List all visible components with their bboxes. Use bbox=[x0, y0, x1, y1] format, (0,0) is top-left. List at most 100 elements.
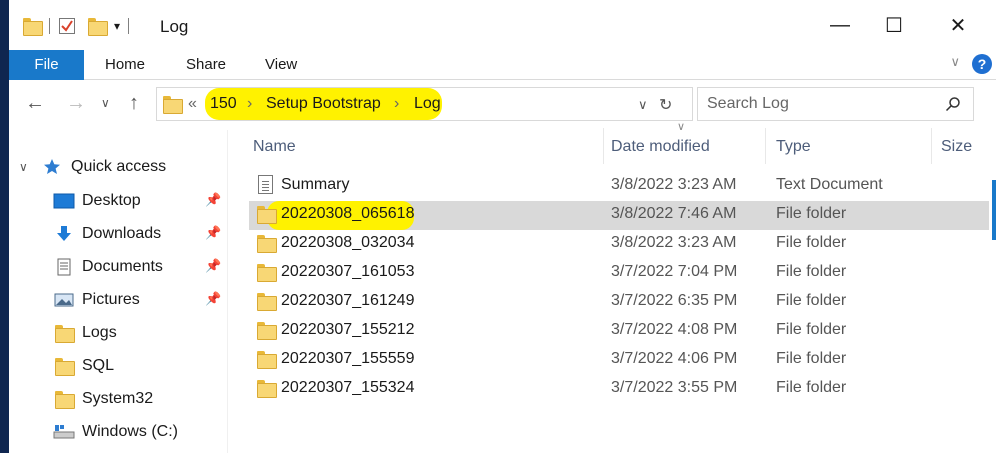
ribbon-tabs: File Home Share View ∨ ? bbox=[9, 50, 996, 80]
folder-icon[interactable] bbox=[23, 18, 43, 36]
tab-home[interactable]: Home bbox=[105, 50, 145, 80]
sidebar-item-label: Quick access bbox=[71, 158, 167, 175]
column-separator[interactable] bbox=[603, 128, 604, 164]
file-type: File folder bbox=[776, 321, 847, 338]
column-header-type[interactable]: Type bbox=[776, 138, 811, 156]
documents-icon bbox=[57, 258, 71, 276]
tab-view[interactable]: View bbox=[265, 50, 297, 80]
sidebar-item-label: Windows (C:) bbox=[82, 423, 179, 440]
column-header-date-modified[interactable]: Date modified bbox=[611, 138, 710, 156]
folder-icon bbox=[257, 380, 277, 398]
file-name: 20220307_161053 bbox=[281, 263, 415, 280]
column-separator[interactable] bbox=[765, 128, 766, 164]
close-button[interactable]: ✕ bbox=[943, 10, 973, 40]
table-row[interactable]: Summary 3/8/2022 3:23 AM Text Document bbox=[249, 172, 989, 201]
toolbar-separator bbox=[49, 18, 50, 34]
file-name: 20220308_065618 bbox=[281, 205, 415, 222]
tab-file[interactable]: File bbox=[9, 50, 84, 80]
quick-access-toolbar: ▾ bbox=[23, 14, 137, 38]
file-type: File folder bbox=[776, 379, 847, 396]
downloads-icon bbox=[57, 226, 71, 241]
text-document-icon bbox=[258, 175, 273, 194]
pane-divider bbox=[227, 130, 228, 453]
window-title: Log bbox=[160, 17, 189, 36]
file-date: 3/7/2022 4:06 PM bbox=[611, 350, 738, 367]
table-row[interactable]: 20220307_161053 3/7/2022 7:04 PM File fo… bbox=[249, 259, 989, 288]
file-date: 3/8/2022 7:46 AM bbox=[611, 205, 737, 222]
column-separator[interactable] bbox=[931, 128, 932, 164]
pictures-icon bbox=[54, 293, 74, 307]
minimize-button[interactable]: — bbox=[825, 10, 855, 40]
breadcrumb-separator: › bbox=[394, 95, 400, 112]
file-type: Text Document bbox=[776, 176, 883, 193]
toolbar-separator bbox=[128, 18, 130, 34]
star-icon bbox=[44, 159, 60, 174]
new-folder-icon[interactable] bbox=[88, 18, 108, 36]
file-name: 20220308_032034 bbox=[281, 234, 415, 251]
up-button[interactable]: ↑ bbox=[129, 92, 139, 115]
horizontal-scroll-indicator[interactable] bbox=[992, 180, 996, 240]
table-row[interactable]: 20220307_155324 3/7/2022 3:55 PM File fo… bbox=[249, 375, 989, 404]
expand-ribbon-icon[interactable]: ∨ bbox=[950, 54, 960, 70]
table-row[interactable]: 20220308_032034 3/8/2022 3:23 AM File fo… bbox=[249, 230, 989, 259]
pin-icon[interactable]: 📌 bbox=[205, 192, 221, 208]
file-date: 3/7/2022 3:55 PM bbox=[611, 379, 738, 396]
folder-icon bbox=[257, 293, 277, 311]
file-type: File folder bbox=[776, 234, 847, 251]
forward-button[interactable]: → bbox=[66, 92, 86, 115]
desktop-icon bbox=[53, 193, 75, 209]
folder-icon bbox=[55, 358, 75, 376]
sidebar-item-label: Pictures bbox=[82, 291, 140, 308]
column-header-name[interactable]: Name bbox=[253, 138, 296, 156]
file-name: 20220307_155559 bbox=[281, 350, 415, 367]
customize-toolbar-icon[interactable]: ▾ bbox=[114, 19, 120, 33]
breadcrumb-separator: › bbox=[247, 95, 253, 112]
file-date: 3/8/2022 3:23 AM bbox=[611, 176, 737, 193]
file-type: File folder bbox=[776, 292, 847, 309]
folder-icon bbox=[163, 96, 183, 114]
folder-icon bbox=[55, 325, 75, 343]
maximize-button[interactable]: ☐ bbox=[879, 10, 909, 40]
table-row[interactable]: 20220307_155559 3/7/2022 4:06 PM File fo… bbox=[249, 346, 989, 375]
properties-icon[interactable] bbox=[58, 17, 76, 35]
table-row[interactable]: 20220307_161249 3/7/2022 6:35 PM File fo… bbox=[249, 288, 989, 317]
folder-icon bbox=[257, 351, 277, 369]
file-date: 3/7/2022 6:35 PM bbox=[611, 292, 738, 309]
sidebar-item-label: Documents bbox=[82, 258, 163, 275]
sidebar-item-label: Desktop bbox=[82, 192, 141, 209]
help-button[interactable]: ? bbox=[972, 54, 992, 74]
breadcrumb-log[interactable]: Log bbox=[414, 95, 441, 113]
folder-icon bbox=[257, 206, 277, 224]
file-name: Summary bbox=[281, 176, 350, 193]
column-header-size[interactable]: Size bbox=[941, 138, 972, 156]
file-type: File folder bbox=[776, 350, 847, 367]
address-dropdown-icon[interactable]: ∨ bbox=[638, 97, 648, 113]
file-explorer-window: ▾ Log — ☐ ✕ File Home Share View ∨ ? ← →… bbox=[9, 0, 996, 453]
pin-icon[interactable]: 📌 bbox=[205, 225, 221, 241]
breadcrumb-150[interactable]: 150 bbox=[210, 95, 237, 113]
sidebar-item-label: SQL bbox=[82, 357, 115, 374]
file-date: 3/7/2022 7:04 PM bbox=[611, 263, 738, 280]
folder-icon bbox=[257, 264, 277, 282]
pin-icon[interactable]: 📌 bbox=[205, 258, 221, 274]
sidebar-item-label: Downloads bbox=[82, 225, 162, 242]
recent-locations-button[interactable]: ∨ bbox=[101, 96, 110, 110]
tab-share[interactable]: Share bbox=[186, 50, 226, 80]
refresh-button[interactable]: ↻ bbox=[659, 95, 672, 115]
file-date: 3/7/2022 4:08 PM bbox=[611, 321, 738, 338]
search-input[interactable]: Search Log bbox=[707, 95, 789, 113]
sidebar-item-label: System32 bbox=[82, 390, 154, 407]
back-button[interactable]: ← bbox=[25, 92, 45, 115]
address-overflow[interactable]: « bbox=[188, 95, 197, 113]
search-icon[interactable] bbox=[945, 96, 961, 112]
breadcrumb-setup-bootstrap[interactable]: Setup Bootstrap bbox=[266, 95, 381, 113]
table-row[interactable]: 20220307_155212 3/7/2022 4:08 PM File fo… bbox=[249, 317, 989, 346]
table-row[interactable]: 20220308_065618 3/8/2022 7:46 AM File fo… bbox=[249, 201, 989, 230]
file-name: 20220307_155212 bbox=[281, 321, 415, 338]
file-type: File folder bbox=[776, 205, 847, 222]
file-name: 20220307_155324 bbox=[281, 379, 415, 396]
file-date: 3/8/2022 3:23 AM bbox=[611, 234, 737, 251]
chevron-down-icon[interactable]: ∨ bbox=[19, 160, 28, 174]
pin-icon[interactable]: 📌 bbox=[205, 291, 221, 307]
folder-icon bbox=[257, 235, 277, 253]
